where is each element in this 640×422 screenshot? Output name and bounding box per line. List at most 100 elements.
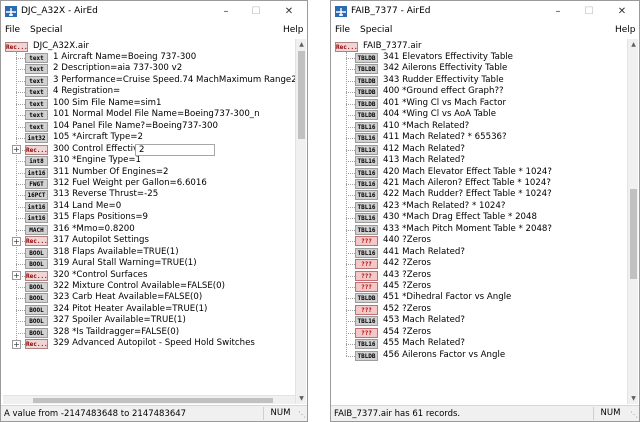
tree-item[interactable]: TBL16 410 *Mach Related? <box>355 121 469 132</box>
tree-item-label: 454 ?Zeros <box>383 326 431 337</box>
tree-item[interactable]: int32 105 *Aircraft Type=2 <box>25 132 143 144</box>
record-type-tag: TBL16 <box>355 167 378 178</box>
menu-special[interactable]: Special <box>360 25 392 35</box>
tree-line <box>346 355 355 357</box>
title-bar[interactable]: DJC_A32X - AirEd – ☐ ✕ <box>1 1 307 23</box>
minimize-button[interactable]: – <box>543 3 573 21</box>
tree-item[interactable]: TBLDB 343 Rudder Effectivity Table <box>355 75 504 86</box>
menu-file[interactable]: File <box>5 25 20 35</box>
vertical-scrollbar[interactable]: ▲ ▼ <box>627 39 638 404</box>
tree-item[interactable]: BOOL 319 Aural Stall Warning=TRUE(1) <box>25 258 197 270</box>
tree-item[interactable]: BOOL 327 Spoiler Available=TRUE(1) <box>25 315 186 327</box>
tree-item[interactable]: text 2 Description=aia 737-300 v2 <box>25 63 182 75</box>
tree-item[interactable]: MACH 316 *Mmo=0.8200 <box>25 224 135 235</box>
tree-item[interactable]: TBL16 413 Mach Related? <box>355 155 465 167</box>
scroll-thumb[interactable] <box>298 51 305 139</box>
tree-item[interactable]: 16PCT 313 Reverse Thrust=-25 <box>25 189 158 201</box>
scroll-down-icon[interactable]: ▼ <box>628 393 639 404</box>
tree-item-label: 322 Mixture Control Available=FALSE(0) <box>53 281 225 291</box>
tree-item[interactable]: TBL16 453 Mach Related? <box>355 315 465 327</box>
tree-item[interactable]: ??? 452 ?Zeros <box>355 304 431 315</box>
tree-item[interactable]: TBL16 411 Mach Related? * 65536? <box>355 132 507 144</box>
tree-item[interactable]: int16 314 Land Me=0 <box>25 201 121 212</box>
tree-item[interactable]: int16 311 Number Of Engines=2 <box>25 167 169 178</box>
tree-item[interactable]: TBL16 430 *Mach Drag Effect Table * 2048 <box>355 212 537 224</box>
tree-item[interactable]: TBL16 420 Mach Elevator Effect Table * 10… <box>355 167 552 178</box>
tree-item[interactable]: BOOL 318 Flaps Available=TRUE(1) <box>25 247 179 258</box>
tree-item[interactable]: ??? 440 ?Zeros <box>355 235 431 247</box>
tree-item[interactable]: Rec... 320 *Control Surfaces <box>25 270 147 281</box>
tree-item[interactable]: TBLDB 342 Ailerons Effectivity Table <box>355 63 507 75</box>
maximize-button[interactable]: ☐ <box>574 3 604 21</box>
expand-icon[interactable]: + <box>12 236 21 246</box>
record-tree[interactable]: Rec... DJC_A32X.air text 1 Aircraft Name=Bo… <box>3 39 295 404</box>
tree-item[interactable]: int16 315 Flaps Positions=9 <box>25 212 148 224</box>
tree-item[interactable]: TBL16 412 Mach Related? <box>355 144 465 155</box>
minimize-button[interactable]: – <box>211 3 241 21</box>
menu-help[interactable]: Help <box>615 25 636 35</box>
vertical-scrollbar[interactable]: ▲ ▼ <box>295 39 306 404</box>
tree-item[interactable]: TBL16 433 *Mach Pitch Moment Table * 2048… <box>355 224 552 235</box>
tree-item[interactable]: ??? 454 ?Zeros <box>355 327 431 338</box>
tree-line <box>16 115 25 117</box>
tree-item[interactable]: int8 310 *Engine Type=1 <box>25 155 141 167</box>
tree-line <box>346 138 355 140</box>
tree-item[interactable]: BOOL 323 Carb Heat Available=FALSE(0) <box>25 292 202 304</box>
tree-item[interactable]: TBL16 423 *Mach Related? * 1024? <box>355 201 505 212</box>
tree-item[interactable]: TBLDB 456 Ailerons Factor vs Angle <box>355 350 505 361</box>
expand-icon[interactable]: + <box>12 145 21 155</box>
expand-icon[interactable]: + <box>12 339 21 349</box>
tree-item[interactable]: TBL16 422 Mach Rudder? Effect Table * 102… <box>355 189 552 201</box>
tree-item[interactable]: text 101 Normal Model File Name=Boeing737… <box>25 109 260 121</box>
scroll-up-icon[interactable]: ▲ <box>296 39 307 50</box>
menu-file[interactable]: File <box>335 25 350 35</box>
record-type-tag: text <box>25 64 48 75</box>
maximize-button[interactable]: ☐ <box>241 3 271 21</box>
status-text: FAIB_7377.air has 61 records. <box>334 409 461 419</box>
tree-item[interactable]: BOOL 324 Pitot Heater Available=TRUE(1) <box>25 304 207 315</box>
resize-grip-icon[interactable]: ⋱ <box>296 410 306 420</box>
tree-item[interactable]: TBL16 421 Mach Aileron? Effect Table * 10… <box>355 178 551 189</box>
scroll-up-icon[interactable]: ▲ <box>628 39 639 50</box>
expand-icon[interactable]: + <box>12 271 21 281</box>
menu-help[interactable]: Help <box>283 25 304 35</box>
record-type-tag: BOOL <box>25 327 48 338</box>
tree-item-label: 455 Mach Related? <box>383 338 465 349</box>
record-tree[interactable]: Rec... FAIB_7377.air TBLDB 341 Elevators Ef… <box>333 39 627 404</box>
tree-item[interactable]: Rec... 317 Autopilot Settings <box>25 235 149 247</box>
tree-item[interactable]: TBLDB 451 *Dihedral Factor vs Angle <box>355 292 511 304</box>
close-button[interactable]: ✕ <box>607 3 637 21</box>
record-type-tag: TBLDB <box>355 64 378 75</box>
horizontal-scrollbar[interactable] <box>3 395 295 404</box>
tree-item[interactable]: TBLDB 401 *Wing Cl vs Mach Factor <box>355 98 506 109</box>
scroll-down-icon[interactable]: ▼ <box>296 393 307 404</box>
tree-item[interactable]: ??? 442 ?Zeros <box>355 258 431 270</box>
scroll-thumb[interactable] <box>630 189 637 279</box>
tree-item[interactable]: ??? 445 ?Zeros <box>355 281 431 292</box>
hscroll-thumb[interactable] <box>33 398 273 403</box>
tree-item[interactable]: text 3 Performance=Cruise Speed.74 MachMa… <box>25 75 295 86</box>
resize-grip-icon[interactable]: ⋱ <box>628 410 638 420</box>
tree-item[interactable]: TBLDB 404 *Wing Cl vs AoA Table <box>355 109 496 121</box>
tree-item[interactable]: BOOL 328 *Is Taildragger=FALSE(0) <box>25 327 179 338</box>
menu-special[interactable]: Special <box>30 25 62 35</box>
tree-item[interactable]: text 104 Panel File Name?=Boeing737-300 <box>25 121 218 132</box>
tree-item[interactable]: text 4 Registration= <box>25 86 120 98</box>
tree-item[interactable]: TBLDB 341 Elevators Effectivity Table <box>355 52 513 63</box>
tree-item[interactable]: TBL16 441 Mach Related? <box>355 247 465 258</box>
title-bar[interactable]: FAIB_7377 - AirEd – ☐ ✕ <box>331 1 639 23</box>
left-window: DJC_A32X - AirEd – ☐ ✕ File Special Help… <box>0 0 308 422</box>
tree-root[interactable]: Rec... DJC_A32X.air <box>5 41 89 52</box>
tree-item[interactable]: FWGT 312 Fuel Weight per Gallon=6.6016 <box>25 178 207 189</box>
tree-item[interactable]: ??? 443 ?Zeros <box>355 270 431 281</box>
tree-item-label: 329 Advanced Autopilot - Speed Hold Swit… <box>53 338 255 349</box>
close-button[interactable]: ✕ <box>274 3 304 21</box>
tree-item[interactable]: text 1 Aircraft Name=Boeing 737-300 <box>25 52 196 63</box>
tree-item[interactable]: BOOL 322 Mixture Control Available=FALSE(… <box>25 281 225 292</box>
value-edit-field[interactable]: 2 <box>135 144 215 156</box>
tree-item[interactable]: text 100 Sim File Name=sim1 <box>25 98 161 109</box>
tree-item[interactable]: Rec... 329 Advanced Autopilot - Speed Hol… <box>25 338 255 350</box>
tree-item[interactable]: TBLDB 400 *Ground effect Graph?? <box>355 86 504 98</box>
tree-item[interactable]: TBL16 455 Mach Related? <box>355 338 465 350</box>
tree-root[interactable]: Rec... FAIB_7377.air <box>335 41 422 52</box>
